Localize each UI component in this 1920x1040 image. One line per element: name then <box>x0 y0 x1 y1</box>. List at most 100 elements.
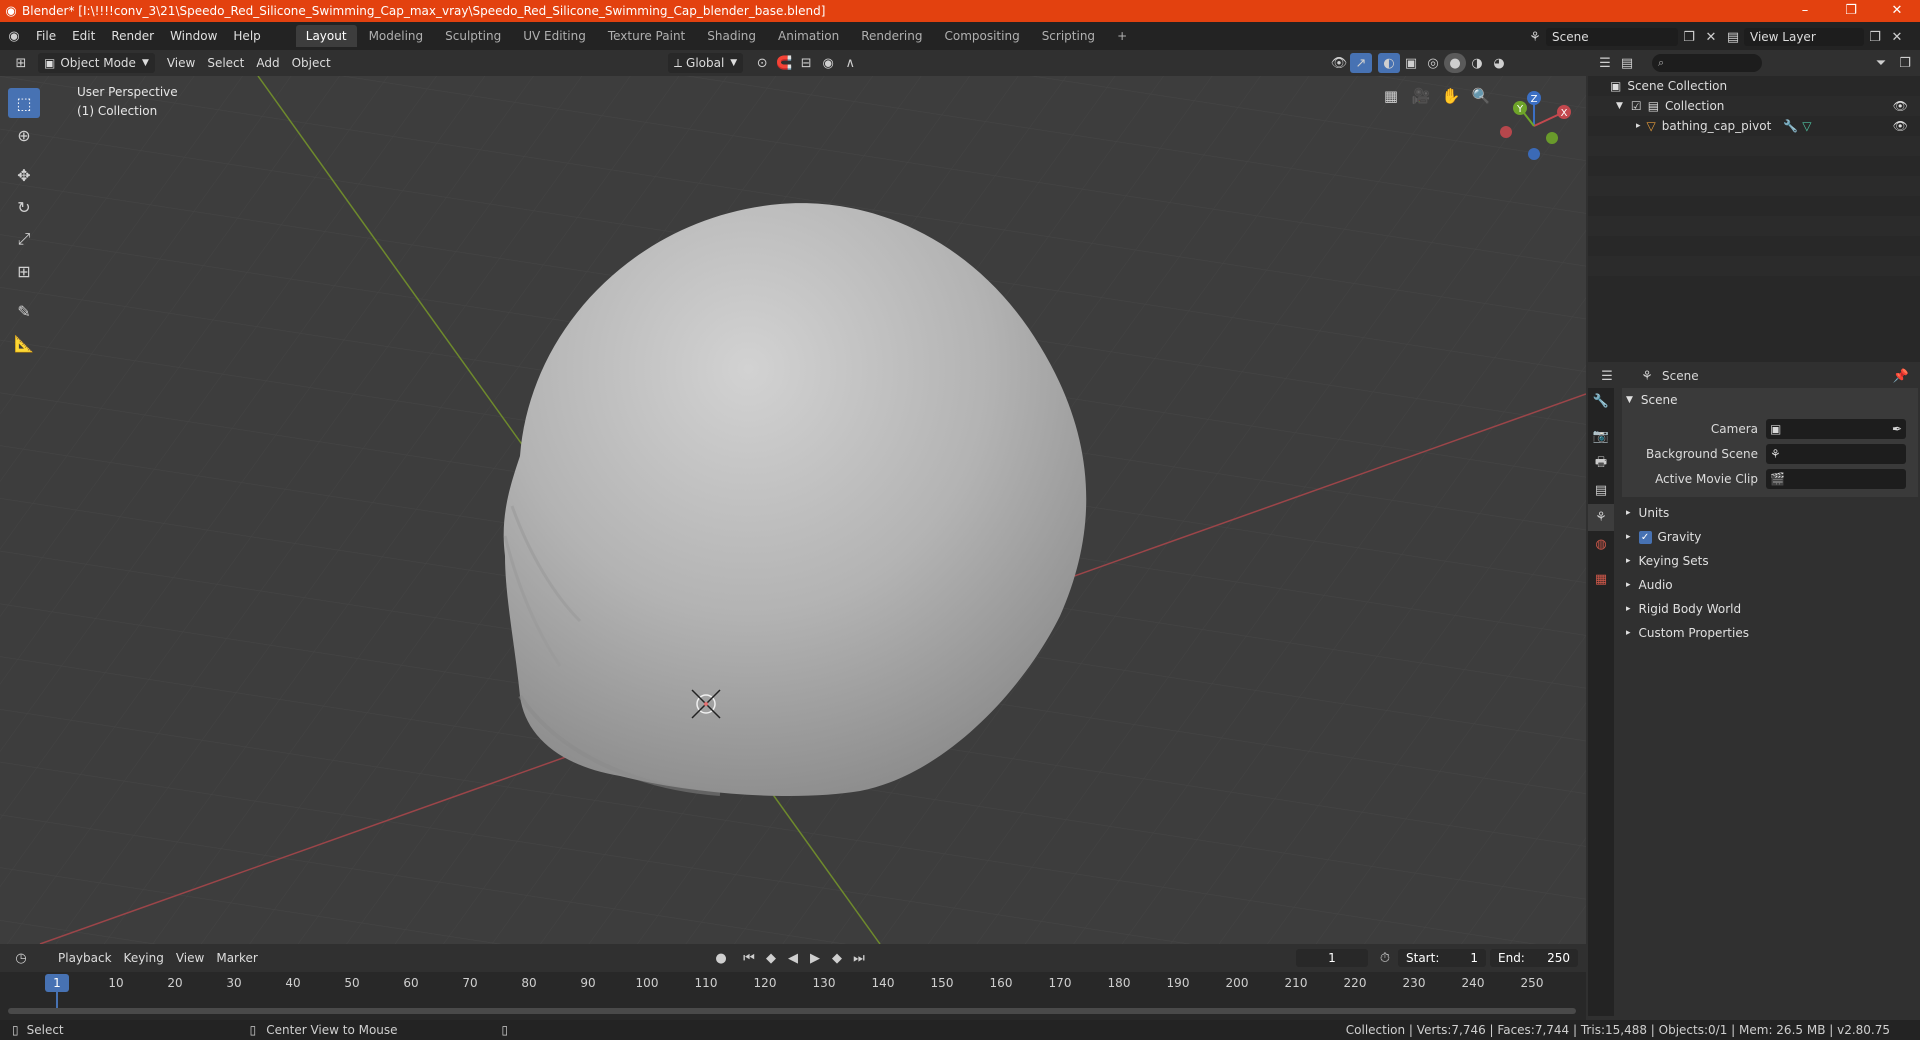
scene-selector[interactable]: Scene <box>1546 28 1678 46</box>
move-icon[interactable]: ✥ <box>8 160 40 190</box>
tab-sculpting[interactable]: Sculpting <box>435 25 511 47</box>
checkbox-icon[interactable]: ☑ <box>1631 99 1642 113</box>
current-frame-field[interactable]: 1 <box>1296 949 1368 967</box>
menu-select[interactable]: Select <box>201 53 250 73</box>
menu-help[interactable]: Help <box>225 22 268 50</box>
tab-compositing[interactable]: Compositing <box>934 25 1029 47</box>
select-box-icon[interactable]: ⬚ <box>8 88 40 118</box>
playhead[interactable]: 1 <box>45 974 69 992</box>
pan-hand-icon[interactable]: ✋ <box>1438 83 1464 109</box>
visibility-icon[interactable]: 👁 <box>1328 53 1350 73</box>
play-reverse-icon[interactable]: ◀ <box>782 948 804 968</box>
cursor-icon[interactable]: ⊕ <box>8 120 40 150</box>
stopwatch-icon[interactable]: ⏱ <box>1374 948 1396 968</box>
eye-icon[interactable]: 👁 <box>1893 99 1908 113</box>
snap-icon[interactable]: 🧲 <box>773 53 795 73</box>
background-scene-field[interactable]: ⚘ <box>1766 443 1906 464</box>
minimize-button[interactable]: – <box>1782 0 1828 22</box>
wireframe-shading-icon[interactable]: ◎ <box>1422 53 1444 73</box>
timeline-ruler[interactable]: 10 20 30 40 50 60 70 80 90 100 110 120 130 140 150 160 1… <box>0 972 1586 994</box>
navigation-gizmo[interactable]: Z X Y <box>1494 86 1580 162</box>
remove-scene-icon[interactable]: ✕ <box>1700 27 1722 47</box>
output-tab-icon[interactable]: 🖶 <box>1588 450 1614 477</box>
outliner-editor-icon[interactable]: ☰ <box>1594 53 1616 73</box>
menu-object[interactable]: Object <box>286 53 337 73</box>
custom-properties-panel-header[interactable]: ▸ Custom Properties <box>1622 621 1918 645</box>
falloff-icon[interactable]: ∧ <box>839 53 861 73</box>
pin-icon[interactable]: 📌 <box>1890 366 1912 386</box>
jump-start-icon[interactable]: ⏮ <box>738 948 760 968</box>
view-layer-selector[interactable]: View Layer <box>1744 28 1864 46</box>
3d-viewport[interactable]: User Perspective (1) Collection ▦ 🎥 ✋ 🔍 … <box>0 76 1586 944</box>
new-scene-icon[interactable]: ❐ <box>1678 27 1700 47</box>
tab-animation[interactable]: Animation <box>768 25 849 47</box>
pivot-point-icon[interactable]: ⊙ <box>751 53 773 73</box>
units-panel-header[interactable]: ▸ Units <box>1622 501 1918 525</box>
filter-icon[interactable]: ⏷ <box>1870 53 1892 73</box>
camera-view-icon[interactable]: 🎥 <box>1408 83 1434 109</box>
rendered-shading-icon[interactable]: ◕ <box>1488 53 1510 73</box>
timeline[interactable]: 10 20 30 40 50 60 70 80 90 100 110 120 130 140 150 160 1… <box>0 972 1586 1020</box>
display-mode-icon[interactable]: ▤ <box>1616 53 1638 73</box>
mesh-data-icon[interactable]: ▽ <box>1802 119 1811 133</box>
outliner-scene-collection[interactable]: ▣ Scene Collection <box>1588 76 1920 96</box>
audio-panel-header[interactable]: ▸ Audio <box>1622 573 1918 597</box>
timeline-scrollbar[interactable] <box>8 1008 1576 1014</box>
menu-keying[interactable]: Keying <box>118 948 170 968</box>
view-layer-icon[interactable]: ▤ <box>1722 27 1744 47</box>
menu-add[interactable]: Add <box>250 53 285 73</box>
menu-file[interactable]: File <box>28 22 64 50</box>
properties-editor-icon[interactable]: ☰ <box>1596 366 1618 386</box>
snap-target-icon[interactable]: ⊟ <box>795 53 817 73</box>
tab-layout[interactable]: Layout <box>295 25 357 47</box>
tab-modeling[interactable]: Modeling <box>359 25 434 47</box>
menu-view[interactable]: View <box>161 53 201 73</box>
modifier-wrench-icon[interactable]: 🔧 <box>1783 119 1798 133</box>
gravity-checkbox[interactable]: ✓ <box>1638 530 1652 544</box>
menu-window[interactable]: Window <box>162 22 225 50</box>
timeline-editor-icon[interactable]: ◷ <box>10 948 32 968</box>
next-keyframe-icon[interactable]: ◆ <box>826 948 848 968</box>
xray-icon[interactable]: ▣ <box>1400 53 1422 73</box>
eye-icon[interactable]: 👁 <box>1893 119 1908 133</box>
end-frame-field[interactable]: End: 250 <box>1490 949 1578 967</box>
proportional-edit-icon[interactable]: ◉ <box>817 53 839 73</box>
maximize-button[interactable]: ❐ <box>1828 0 1874 22</box>
menu-render[interactable]: Render <box>103 22 162 50</box>
tab-scripting[interactable]: Scripting <box>1032 25 1105 47</box>
transform-icon[interactable]: ⊞ <box>8 256 40 286</box>
gravity-panel-header[interactable]: ▸ ✓ Gravity <box>1622 525 1918 549</box>
view-layer-tab-icon[interactable]: ▤ <box>1588 477 1614 504</box>
texture-tab-icon[interactable]: ▦ <box>1588 566 1614 593</box>
scene-panel-header[interactable]: ▼ Scene <box>1622 388 1918 412</box>
neg-x-axis-icon[interactable] <box>1500 126 1512 138</box>
editor-type-icon[interactable]: ⊞ <box>10 53 32 73</box>
toggle-perspective-icon[interactable]: ▦ <box>1378 83 1404 109</box>
expand-arrow-icon[interactable]: ▸ <box>1636 121 1641 131</box>
overlay-toggle-icon[interactable]: ◐ <box>1378 53 1400 73</box>
scene-tab-icon[interactable]: ⚘ <box>1588 504 1614 531</box>
mode-selector[interactable]: ▣ Object Mode ▼ <box>38 53 155 73</box>
transform-orientation-selector[interactable]: ⟂ Global ▼ <box>668 53 744 73</box>
keying-sets-panel-header[interactable]: ▸ Keying Sets <box>1622 549 1918 573</box>
rigid-body-world-panel-header[interactable]: ▸ Rigid Body World <box>1622 597 1918 621</box>
outliner-collection[interactable]: ▼ ☑ ▤ Collection 👁 <box>1588 96 1920 116</box>
gizmo-toggle-icon[interactable]: ↗ <box>1350 53 1372 73</box>
solid-shading-icon[interactable]: ● <box>1444 53 1466 73</box>
jump-end-icon[interactable]: ⏭ <box>848 948 870 968</box>
eyedropper-icon[interactable]: ✒ <box>1892 422 1902 436</box>
menu-marker[interactable]: Marker <box>210 948 263 968</box>
active-movie-clip-field[interactable]: 🎬 <box>1766 468 1906 489</box>
prev-keyframe-icon[interactable]: ◆ <box>760 948 782 968</box>
neg-y-axis-icon[interactable] <box>1546 132 1558 144</box>
record-icon[interactable]: ● <box>710 948 732 968</box>
tab-rendering[interactable]: Rendering <box>851 25 932 47</box>
render-tab-icon[interactable]: 📷 <box>1588 423 1614 450</box>
outliner-search-input[interactable]: ⌕ <box>1652 54 1762 72</box>
menu-playback[interactable]: Playback <box>52 948 118 968</box>
world-tab-icon[interactable]: ◍ <box>1588 531 1614 558</box>
start-frame-field[interactable]: Start: 1 <box>1398 949 1486 967</box>
camera-field[interactable]: ▣ ✒ <box>1766 418 1906 439</box>
zoom-icon[interactable]: 🔍 <box>1468 83 1494 109</box>
new-view-layer-icon[interactable]: ❐ <box>1864 27 1886 47</box>
